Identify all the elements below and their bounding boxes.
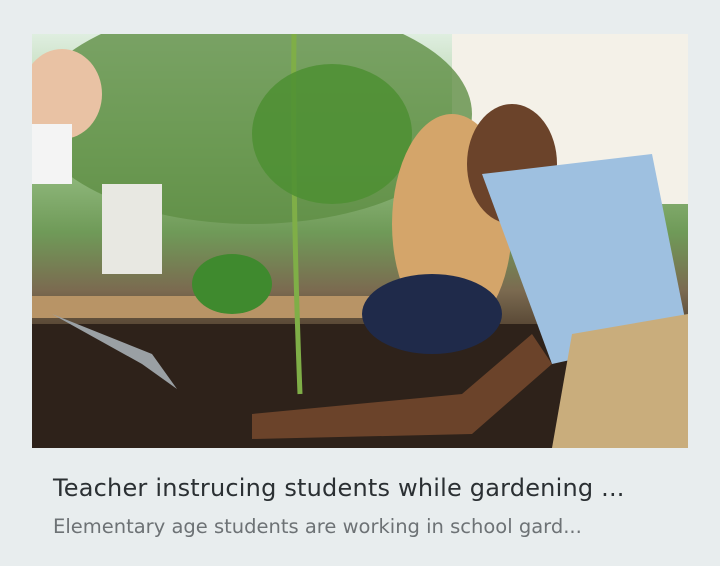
card-image[interactable]	[32, 34, 688, 448]
card-subtitle: Elementary age students are working in s…	[53, 515, 582, 538]
image-card[interactable]: Teacher instrucing students while garden…	[0, 0, 720, 566]
card-title[interactable]: Teacher instrucing students while garden…	[53, 474, 625, 502]
gardening-photo	[32, 34, 688, 448]
